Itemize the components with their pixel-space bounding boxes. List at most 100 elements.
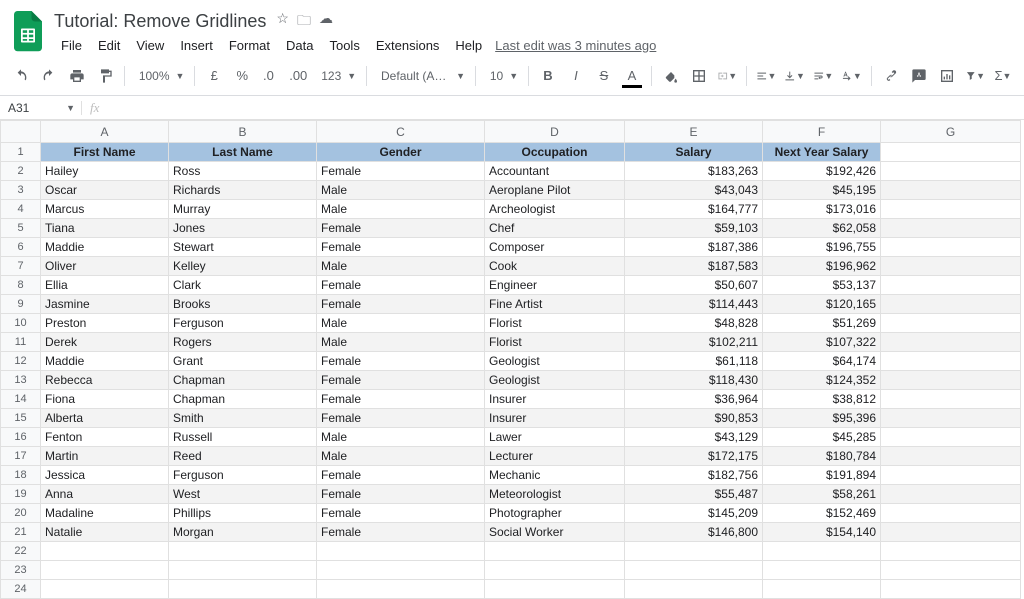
insert-chart-button[interactable] (934, 63, 960, 89)
row-header[interactable]: 6 (1, 238, 41, 257)
cell[interactable]: Female (317, 352, 485, 371)
cell[interactable]: $59,103 (625, 219, 763, 238)
cell[interactable] (485, 542, 625, 561)
header-cell[interactable]: Last Name (169, 143, 317, 162)
row-header[interactable]: 21 (1, 523, 41, 542)
cell[interactable]: Female (317, 162, 485, 181)
cell[interactable]: Jessica (41, 466, 169, 485)
row-header[interactable]: 23 (1, 561, 41, 580)
cell[interactable]: $58,261 (763, 485, 881, 504)
vertical-align-button[interactable]: ▼ (781, 63, 807, 89)
cell[interactable]: Preston (41, 314, 169, 333)
cell[interactable]: Female (317, 466, 485, 485)
row-header[interactable]: 1 (1, 143, 41, 162)
menu-tools[interactable]: Tools (322, 36, 366, 55)
cell[interactable]: $146,800 (625, 523, 763, 542)
cell[interactable]: $61,118 (625, 352, 763, 371)
cell[interactable] (625, 542, 763, 561)
move-icon[interactable]: 🗀 (297, 10, 311, 34)
text-wrap-button[interactable]: ▼ (810, 63, 836, 89)
formula-input[interactable] (107, 97, 1024, 119)
cell[interactable]: Geologist (485, 352, 625, 371)
cell[interactable]: Meteorologist (485, 485, 625, 504)
menu-edit[interactable]: Edit (91, 36, 127, 55)
cell[interactable]: Florist (485, 314, 625, 333)
cell[interactable]: Male (317, 428, 485, 447)
cell[interactable]: Engineer (485, 276, 625, 295)
cell[interactable]: Jasmine (41, 295, 169, 314)
row-header[interactable]: 20 (1, 504, 41, 523)
cell[interactable]: Female (317, 238, 485, 257)
cell[interactable] (625, 580, 763, 599)
menu-file[interactable]: File (54, 36, 89, 55)
header-cell[interactable]: Gender (317, 143, 485, 162)
cell[interactable]: Ellia (41, 276, 169, 295)
cell[interactable]: Female (317, 371, 485, 390)
menu-help[interactable]: Help (448, 36, 489, 55)
cell[interactable]: Social Worker (485, 523, 625, 542)
cell[interactable] (881, 542, 1021, 561)
row-header[interactable]: 2 (1, 162, 41, 181)
cell[interactable] (881, 485, 1021, 504)
cell[interactable] (881, 580, 1021, 599)
header-cell[interactable]: Salary (625, 143, 763, 162)
menu-view[interactable]: View (129, 36, 171, 55)
menu-extensions[interactable]: Extensions (369, 36, 447, 55)
cell[interactable]: $51,269 (763, 314, 881, 333)
cell[interactable]: Aeroplane Pilot (485, 181, 625, 200)
cell[interactable]: Female (317, 390, 485, 409)
cell[interactable] (881, 162, 1021, 181)
cell[interactable]: Anna (41, 485, 169, 504)
row-header[interactable]: 13 (1, 371, 41, 390)
cell[interactable] (41, 542, 169, 561)
merge-cells-button[interactable]: ▼ (714, 63, 740, 89)
row-header[interactable]: 12 (1, 352, 41, 371)
cell[interactable] (169, 580, 317, 599)
cell[interactable]: Florist (485, 333, 625, 352)
cell[interactable]: Male (317, 200, 485, 219)
insert-comment-button[interactable] (906, 63, 932, 89)
cell[interactable]: $48,828 (625, 314, 763, 333)
cell[interactable]: Fenton (41, 428, 169, 447)
cell[interactable]: Martin (41, 447, 169, 466)
header-cell[interactable]: Occupation (485, 143, 625, 162)
cell[interactable]: Jones (169, 219, 317, 238)
paint-format-button[interactable] (92, 63, 118, 89)
insert-link-button[interactable] (878, 63, 904, 89)
menu-format[interactable]: Format (222, 36, 277, 55)
cell[interactable]: Lecturer (485, 447, 625, 466)
cell[interactable]: Female (317, 295, 485, 314)
decrease-decimal-button[interactable]: .0 (257, 63, 283, 89)
col-header[interactable]: E (625, 121, 763, 143)
cell[interactable]: Maddie (41, 352, 169, 371)
cell[interactable] (881, 219, 1021, 238)
sheets-logo[interactable] (8, 12, 48, 52)
document-title[interactable]: Tutorial: Remove Gridlines (54, 11, 266, 32)
menu-data[interactable]: Data (279, 36, 320, 55)
cell[interactable] (763, 580, 881, 599)
cell[interactable]: $95,396 (763, 409, 881, 428)
cell[interactable] (881, 200, 1021, 219)
name-box[interactable]: A31 ▼ (0, 101, 82, 115)
font-size-combo[interactable]: 10▼ (482, 64, 522, 88)
cell[interactable]: $114,443 (625, 295, 763, 314)
cell[interactable]: Male (317, 314, 485, 333)
cell[interactable] (881, 181, 1021, 200)
undo-button[interactable] (8, 63, 34, 89)
cell[interactable] (881, 295, 1021, 314)
functions-button[interactable]: Σ▼ (990, 63, 1016, 89)
cell[interactable] (763, 542, 881, 561)
menu-insert[interactable]: Insert (173, 36, 220, 55)
cell[interactable]: $90,853 (625, 409, 763, 428)
print-button[interactable] (64, 63, 90, 89)
cell[interactable]: Male (317, 181, 485, 200)
cell[interactable]: $145,209 (625, 504, 763, 523)
cell[interactable]: Phillips (169, 504, 317, 523)
cell[interactable] (485, 561, 625, 580)
cell[interactable] (317, 542, 485, 561)
header-cell[interactable]: First Name (41, 143, 169, 162)
row-header[interactable]: 3 (1, 181, 41, 200)
cell[interactable]: Maddie (41, 238, 169, 257)
text-color-button[interactable]: A (619, 63, 645, 89)
cell[interactable]: $187,583 (625, 257, 763, 276)
